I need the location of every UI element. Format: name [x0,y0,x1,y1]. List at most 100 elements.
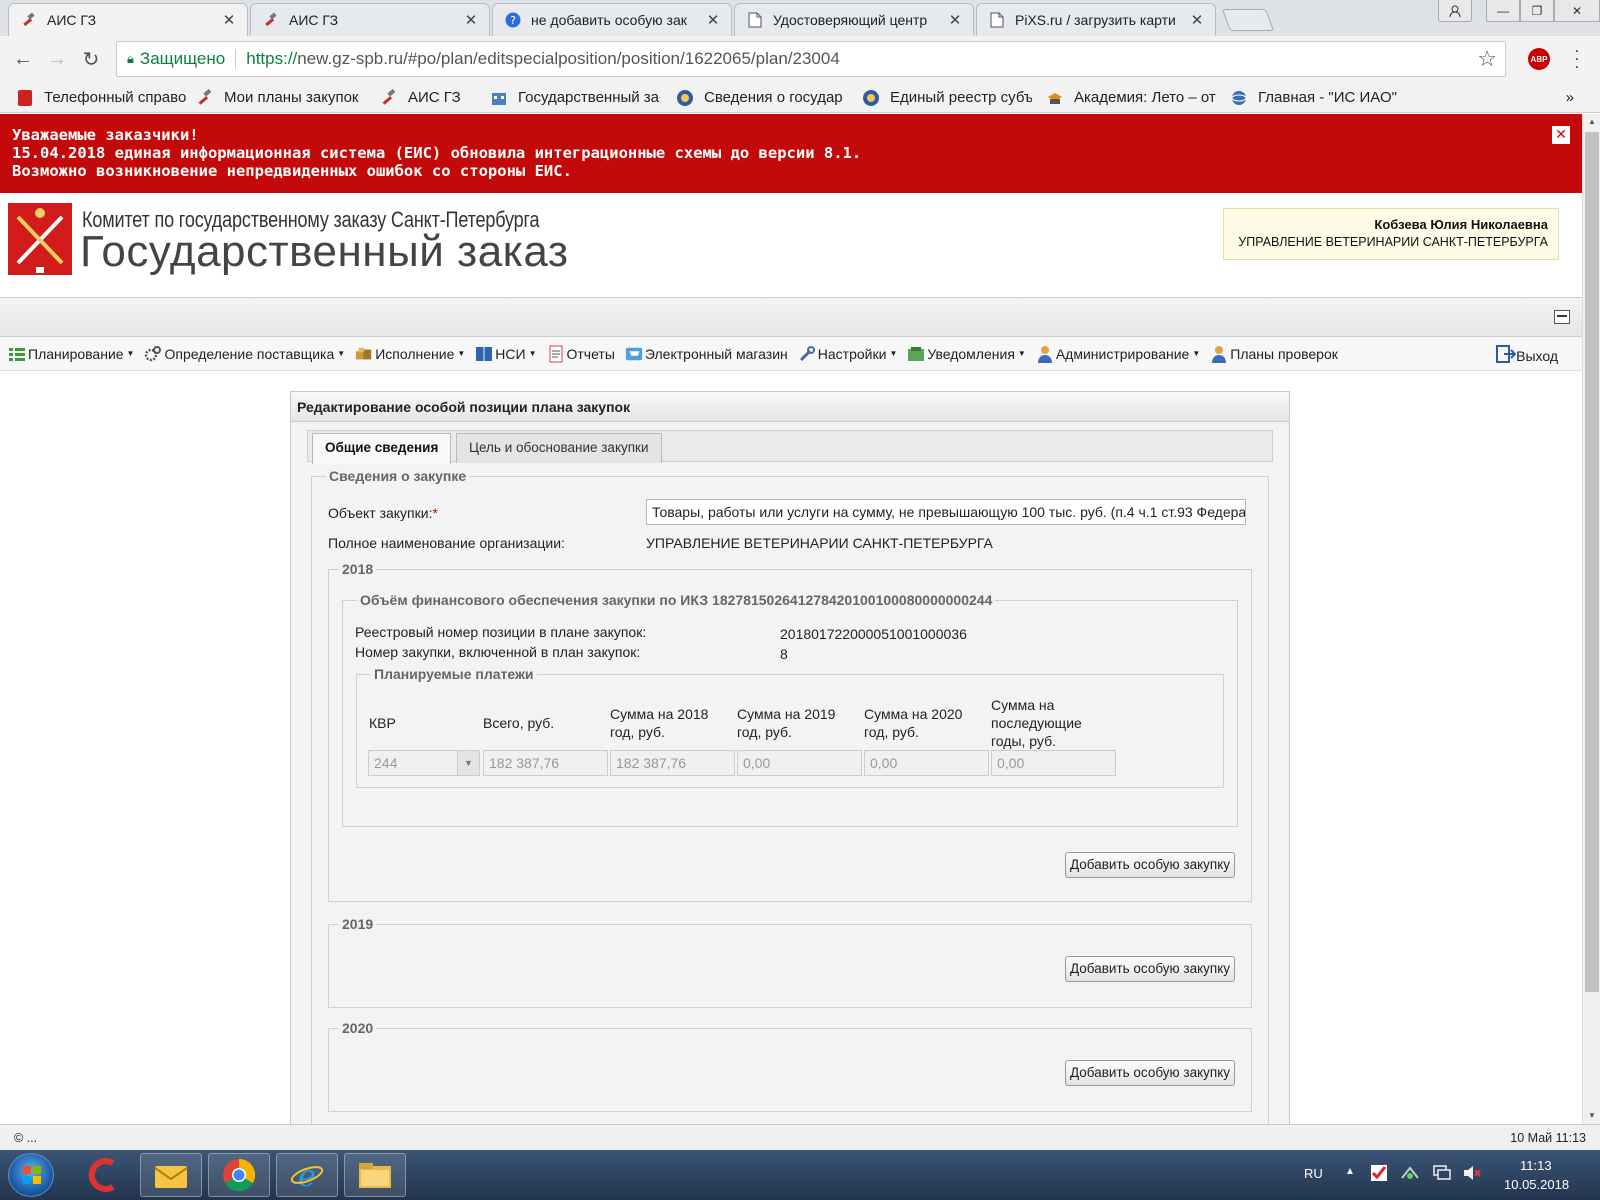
menu-item-eshop[interactable]: Электронный магазин [625,345,788,363]
menu-item-inspections[interactable]: Планы проверок [1210,345,1338,363]
panel-title: Редактирование особой позиции плана заку… [291,392,1289,422]
browser-menu-icon[interactable]: · · · [1574,41,1580,75]
scroll-up-arrow-icon[interactable]: ▲ [1583,114,1600,130]
network-icon[interactable] [1432,1164,1452,1185]
close-icon[interactable]: ✕ [705,11,721,29]
browser-tab-1[interactable]: АИС ГЗ ✕ [8,3,248,36]
user-profile-icon[interactable] [1438,0,1472,22]
address-bar[interactable]: 🔒︎ Защищено https://new.gz-spb.ru/#po/pl… [116,41,1506,77]
add-special-purchase-button[interactable]: Добавить особую закупку [1065,956,1236,982]
antivirus-icon[interactable] [1370,1164,1388,1185]
banner-close-button[interactable]: ✕ [1552,126,1570,144]
caret-down-icon: ▼ [1192,349,1201,358]
user-organization: УПРАВЛЕНИЕ ВЕТЕРИНАРИИ САНКТ-ПЕТЕРБУРГА [1238,235,1548,249]
bookmark-item[interactable]: Сведения о государ [676,89,846,107]
reload-icon[interactable]: ↻ [74,43,108,77]
bookmarks-overflow-icon[interactable]: » [1566,89,1574,106]
mail-client-icon[interactable] [140,1153,202,1197]
url-text: new.gz-spb.ru/#po/plan/editspecialpositi… [297,49,840,68]
menu-item-admin[interactable]: Администрирование ▼ [1036,345,1200,363]
browser-tab-2[interactable]: АИС ГЗ ✕ [250,3,490,36]
close-icon[interactable]: ✕ [1189,11,1205,29]
object-input[interactable]: Товары, работы или услуги на сумму, не п… [646,499,1246,525]
browser-tab-5[interactable]: PiXS.ru / загрузить карти ✕ [976,3,1216,36]
bookmark-item[interactable]: Государственный за [490,89,660,107]
menu-item-nsi[interactable]: НСИ ▼ [475,345,537,363]
chrome-icon[interactable] [208,1153,270,1197]
clock-time[interactable]: 11:13 [1520,1158,1552,1173]
page-scrollbar[interactable]: ▲ ▼ [1582,114,1600,1124]
bookmark-item[interactable]: Единый реестр субъ [862,89,1032,107]
bookmark-label: Мои планы закупок [224,89,359,106]
chevron-down-icon[interactable]: ▼ [457,751,479,775]
menu-item-execution[interactable]: Исполнение ▼ [355,345,465,363]
menu-item-reports[interactable]: Отчеты [547,345,615,363]
bookmarks-bar: Телефонный справо Мои планы закупок АИС … [0,83,1600,113]
volume-muted-icon[interactable] [1462,1164,1482,1185]
browser-tab-3[interactable]: ? не добавить особую зак ✕ [492,3,732,36]
sum-2020-field[interactable]: 0,00 [864,750,989,776]
year-legend: 2020 [339,1020,377,1036]
wrench-icon [798,345,816,363]
collapse-header-button[interactable] [1554,310,1570,324]
minimize-button[interactable]: — [1486,0,1520,22]
language-indicator[interactable]: RU [1304,1166,1323,1181]
add-special-purchase-button[interactable]: Добавить особую закупку [1065,852,1236,878]
add-special-purchase-button[interactable]: Добавить особую закупку [1065,1060,1236,1086]
ccleaner-icon[interactable] [72,1153,134,1197]
tray-expand-icon[interactable]: ▲ [1345,1166,1355,1177]
internet-explorer-icon[interactable]: e [276,1153,338,1197]
bookmark-item[interactable]: Академия: Лето – от [1046,89,1216,107]
kvr-select[interactable]: 244 ▼ [368,750,480,776]
globe-icon [1231,90,1247,105]
file-explorer-icon[interactable] [344,1153,406,1197]
bookmark-item[interactable]: Мои планы закупок [196,88,366,107]
boxes-icon [355,345,373,363]
menu-item-settings[interactable]: Настройки ▼ [798,345,897,363]
close-icon[interactable]: ✕ [221,11,237,29]
bookmark-label: Единый реестр субъ [890,89,1032,106]
purchase-number-value: 8 [780,646,788,662]
tab-general[interactable]: Общие сведения [312,433,452,464]
browser-tab-4[interactable]: Удостоверяющий центр ✕ [734,3,974,36]
scroll-down-arrow-icon[interactable]: ▼ [1583,1108,1600,1124]
lock-icon: 🔒︎ [127,51,134,66]
gavel-icon [263,12,279,28]
registry-label: Реестровый номер позиции в плане закупок… [355,624,647,640]
sum-2018-field[interactable]: 182 387,76 [610,750,735,776]
adblock-icon[interactable]: ABP [1528,48,1550,70]
network-tool-icon[interactable] [1400,1164,1420,1185]
scroll-thumb[interactable] [1585,132,1599,992]
sum-2019-field[interactable]: 0,00 [737,750,862,776]
start-button[interactable] [8,1153,54,1197]
page-viewport: Уважаемые заказчики! 15.04.2018 единая и… [0,114,1600,1124]
new-tab-button[interactable] [1221,9,1275,31]
bookmark-star-icon[interactable]: ☆ [1477,46,1497,72]
form-tabs: Общие сведения Цель и обоснование закупк… [307,430,1273,464]
close-icon[interactable]: ✕ [947,11,963,29]
column-header-total: Всего, руб. [483,715,555,731]
clock-date[interactable]: 10.05.2018 [1504,1177,1569,1192]
menu-item-supplier[interactable]: Определение поставщика ▼ [144,345,345,363]
close-icon[interactable]: ✕ [463,11,479,29]
org-value: УПРАВЛЕНИЕ ВЕТЕРИНАРИИ САНКТ-ПЕТЕРБУРГА [646,535,993,551]
window-close-button[interactable]: ✕ [1554,0,1600,22]
user-name[interactable]: Кобзева Юлия Николаевна [1234,217,1548,232]
required-mark: * [432,505,438,521]
total-field[interactable]: 182 387,76 [483,750,608,776]
sum-later-field[interactable]: 0,00 [991,750,1116,776]
back-arrow-icon[interactable]: ← [6,43,40,77]
forward-arrow-icon[interactable]: → [40,43,74,77]
bookmark-item[interactable]: Главная - "ИС ИАО" [1230,89,1440,107]
caret-down-icon: ▼ [337,349,346,358]
menu-label: Определение поставщика [164,345,335,362]
menu-item-planning[interactable]: Планирование ▼ [8,345,134,363]
bookmark-item[interactable]: Телефонный справо [16,89,186,107]
menu-label: Электронный магазин [644,345,788,362]
menu-item-notifications[interactable]: Уведомления ▼ [907,345,1026,363]
logout-button[interactable]: Выход [1496,345,1558,366]
bookmark-item[interactable]: АИС ГЗ [380,88,480,107]
restore-button[interactable]: ❐ [1520,0,1554,22]
tab-goal-justification[interactable]: Цель и обоснование закупки [456,433,662,463]
banner-line: Возможно возникновение непредвиденных ош… [12,162,572,180]
